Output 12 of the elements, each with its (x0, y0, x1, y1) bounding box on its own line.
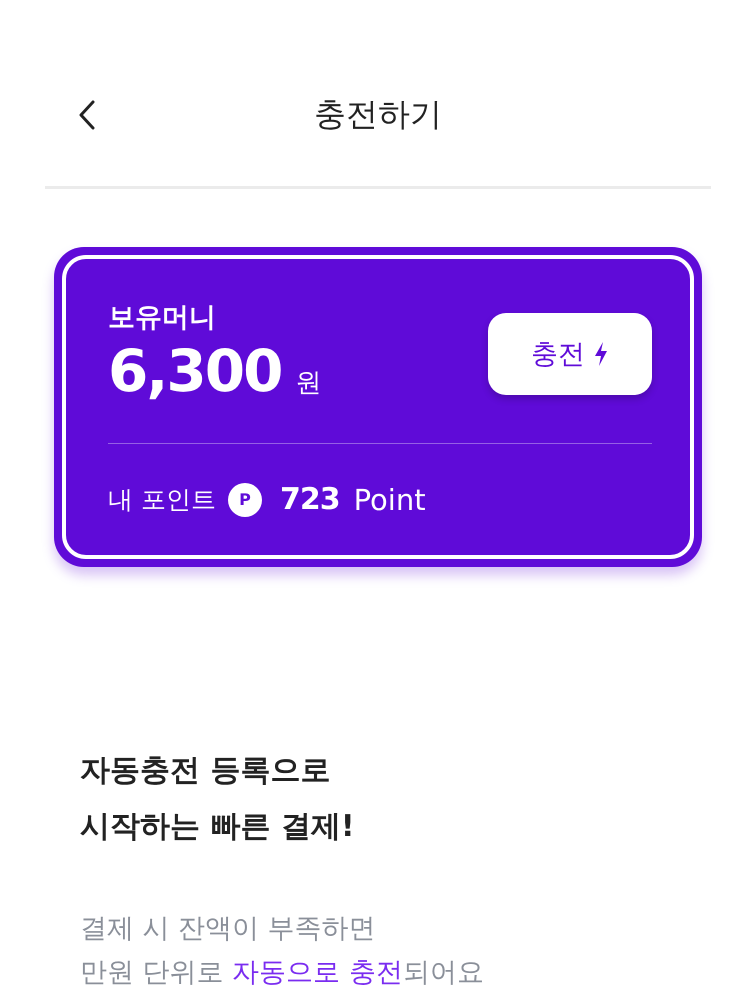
promo-heading: 자동충전 등록으로 시작하는 빠른 결제! (80, 752, 356, 846)
charge-button[interactable]: 충전 (488, 313, 652, 395)
points-label: 내 포인트 (108, 484, 216, 516)
balance-label: 보유머니 (108, 301, 217, 335)
page-title: 충전하기 (314, 94, 442, 135)
currency-unit: 원 (295, 367, 322, 400)
point-badge: P (228, 482, 262, 516)
points-unit: Point (354, 482, 426, 516)
points-value: 723 (280, 482, 340, 517)
promo-description: 결제 시 잔액이 부족하면 만원 단위로 자동으로 충전되어요 (80, 912, 485, 988)
lightning-icon (593, 341, 609, 367)
balance-amount: 6,300 (108, 337, 282, 405)
